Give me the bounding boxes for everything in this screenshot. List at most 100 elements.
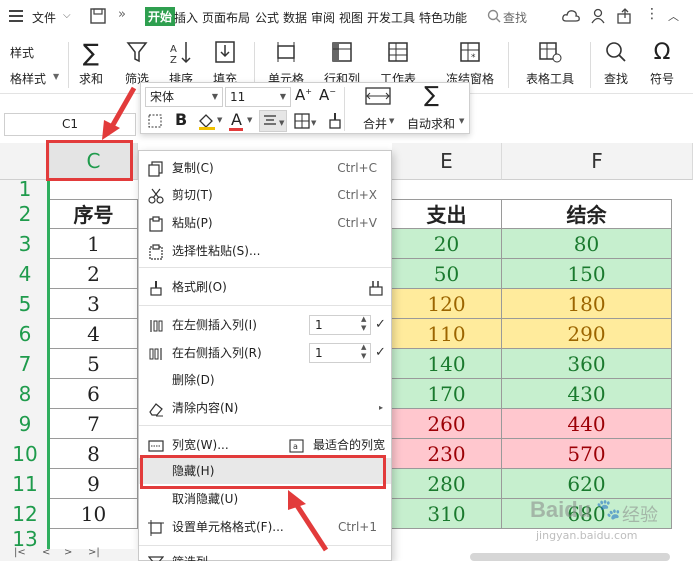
format-painter-multi-icon[interactable]: [367, 279, 385, 305]
table-cell-seq[interactable]: 5: [50, 349, 138, 379]
filter-button[interactable]: 筛选: [120, 40, 154, 87]
row-header[interactable]: 4: [0, 259, 50, 289]
tab-start[interactable]: 开始: [145, 7, 176, 26]
table-cell-expense[interactable]: 140: [392, 349, 502, 379]
tab-page-layout[interactable]: 页面布局: [202, 9, 250, 26]
tab-developer[interactable]: 开发工具: [367, 9, 415, 26]
font-size-select[interactable]: 11 ▼: [225, 87, 291, 107]
prev-sheet-icon[interactable]: <: [42, 547, 50, 558]
table-cell-seq[interactable]: 9: [50, 469, 138, 499]
row-header[interactable]: 12: [0, 499, 50, 529]
menu-item-clear[interactable]: 清除内容(N) ▸: [139, 395, 391, 421]
file-menu[interactable]: 文件: [32, 9, 56, 26]
hamburger-icon[interactable]: [9, 9, 23, 23]
sheet-button[interactable]: 工作表: [376, 40, 420, 87]
column-header-f[interactable]: F: [502, 143, 693, 180]
ribbon-style-label[interactable]: 样式: [10, 44, 34, 61]
spinner-arrows-icon[interactable]: ▲ ▼: [361, 343, 366, 361]
sum-button[interactable]: ∑ 求和: [76, 40, 106, 87]
table-cell-expense[interactable]: 110: [392, 319, 502, 349]
align-center-icon[interactable]: ▼: [259, 110, 287, 132]
chevron-down-icon[interactable]: ⌵: [63, 10, 71, 21]
cloud-icon[interactable]: [562, 8, 580, 27]
tab-insert[interactable]: 插入: [174, 9, 198, 26]
menu-item-delete[interactable]: 删除(D): [139, 367, 391, 393]
bold-icon[interactable]: B: [175, 110, 187, 129]
table-cell-balance[interactable]: 150: [502, 259, 672, 289]
table-cell-seq[interactable]: 7: [50, 409, 138, 439]
table-cell-balance[interactable]: 360: [502, 349, 672, 379]
increase-font-icon[interactable]: A+: [295, 86, 312, 104]
row-header[interactable]: 1: [0, 179, 50, 199]
check-icon[interactable]: ✓: [375, 317, 386, 332]
row-header[interactable]: 7: [0, 349, 50, 379]
symbol-button[interactable]: Ω 符号: [644, 40, 680, 87]
tab-data[interactable]: 数据: [283, 9, 307, 26]
select-all-corner[interactable]: [0, 143, 50, 180]
tab-special[interactable]: 特色功能: [419, 9, 467, 26]
menu-item-paste-special[interactable]: 选择性粘贴(S)...: [139, 238, 391, 264]
autosum-icon[interactable]: ∑: [424, 83, 439, 108]
chevron-down-icon[interactable]: ▼: [217, 116, 222, 124]
first-sheet-icon[interactable]: |<: [14, 547, 26, 558]
table-cell-seq[interactable]: 3: [50, 289, 138, 319]
row-header[interactable]: 5: [0, 289, 50, 319]
menu-item-copy[interactable]: 复制(C) Ctrl+C: [139, 155, 391, 181]
table-cell-expense[interactable]: 120: [392, 289, 502, 319]
row-header[interactable]: 13: [0, 529, 50, 549]
format-select-icon[interactable]: [147, 113, 163, 132]
borders-icon[interactable]: ▼: [293, 112, 319, 133]
cells-button[interactable]: 单元格: [264, 40, 308, 87]
table-cell-seq[interactable]: 4: [50, 319, 138, 349]
next-sheet-icon[interactable]: >: [64, 547, 72, 558]
row-header[interactable]: 6: [0, 319, 50, 349]
table-cell-expense[interactable]: 260: [392, 409, 502, 439]
table-cell-seq[interactable]: 6: [50, 379, 138, 409]
table-cell-expense[interactable]: 170: [392, 379, 502, 409]
collab-icon[interactable]: [590, 8, 606, 27]
fill-color-icon[interactable]: [197, 112, 217, 133]
table-cell-expense[interactable]: 230: [392, 439, 502, 469]
menu-item-cut[interactable]: 剪切(T) Ctrl+X: [139, 182, 391, 208]
menu-item-format-cells[interactable]: 设置单元格格式(F)... Ctrl+1: [139, 514, 391, 540]
table-cell-expense[interactable]: 310: [392, 499, 502, 529]
table-cell-balance[interactable]: 430: [502, 379, 672, 409]
table-cell-seq[interactable]: 8: [50, 439, 138, 469]
merge-icon[interactable]: [365, 87, 391, 108]
freeze-panes-button[interactable]: * 冻结窗格: [440, 40, 500, 87]
tab-formula[interactable]: 公式: [255, 9, 279, 26]
decrease-font-icon[interactable]: A−: [319, 86, 336, 104]
menu-item-format-painter[interactable]: 格式刷(O): [139, 274, 391, 300]
share-icon[interactable]: [617, 8, 633, 27]
search-box[interactable]: 查找: [503, 9, 527, 26]
table-cell-balance[interactable]: 180: [502, 289, 672, 319]
table-cell-expense[interactable]: 280: [392, 469, 502, 499]
find-button[interactable]: 查找: [598, 40, 634, 87]
collapse-ribbon-icon[interactable]: ︿: [668, 8, 679, 24]
table-cell-balance[interactable]: 80: [502, 229, 672, 259]
header-cell-expense[interactable]: 支出: [392, 199, 502, 229]
row-header[interactable]: 2: [0, 199, 50, 229]
menu-item-filter-column[interactable]: 筛选列: [139, 549, 391, 561]
check-icon[interactable]: ✓: [375, 345, 386, 360]
table-cell-expense[interactable]: 20: [392, 229, 502, 259]
column-header-e[interactable]: E: [392, 143, 502, 180]
table-cell-seq[interactable]: 2: [50, 259, 138, 289]
menu-item-paste[interactable]: 粘贴(P) Ctrl+V: [139, 210, 391, 236]
more-icon[interactable]: »: [118, 7, 126, 22]
chevron-down-icon[interactable]: ▼: [247, 116, 252, 124]
fill-button[interactable]: 填充: [208, 40, 242, 87]
table-cell-balance[interactable]: 440: [502, 409, 672, 439]
font-name-select[interactable]: 宋体 ▼: [145, 87, 223, 107]
ribbon-table-style-label[interactable]: 格样式: [10, 70, 46, 87]
more-options-icon[interactable]: ⋮: [645, 6, 659, 22]
autosum-label[interactable]: 自动求和: [407, 115, 455, 132]
search-icon[interactable]: [487, 9, 501, 26]
format-brush-icon[interactable]: [327, 112, 343, 133]
save-icon[interactable]: [90, 8, 106, 27]
spinner-arrows-icon[interactable]: ▲ ▼: [361, 315, 366, 333]
tab-review[interactable]: 审阅: [311, 9, 335, 26]
last-sheet-icon[interactable]: >|: [88, 547, 100, 558]
table-cell-balance[interactable]: 290: [502, 319, 672, 349]
header-cell-seq[interactable]: 序号: [50, 199, 138, 229]
